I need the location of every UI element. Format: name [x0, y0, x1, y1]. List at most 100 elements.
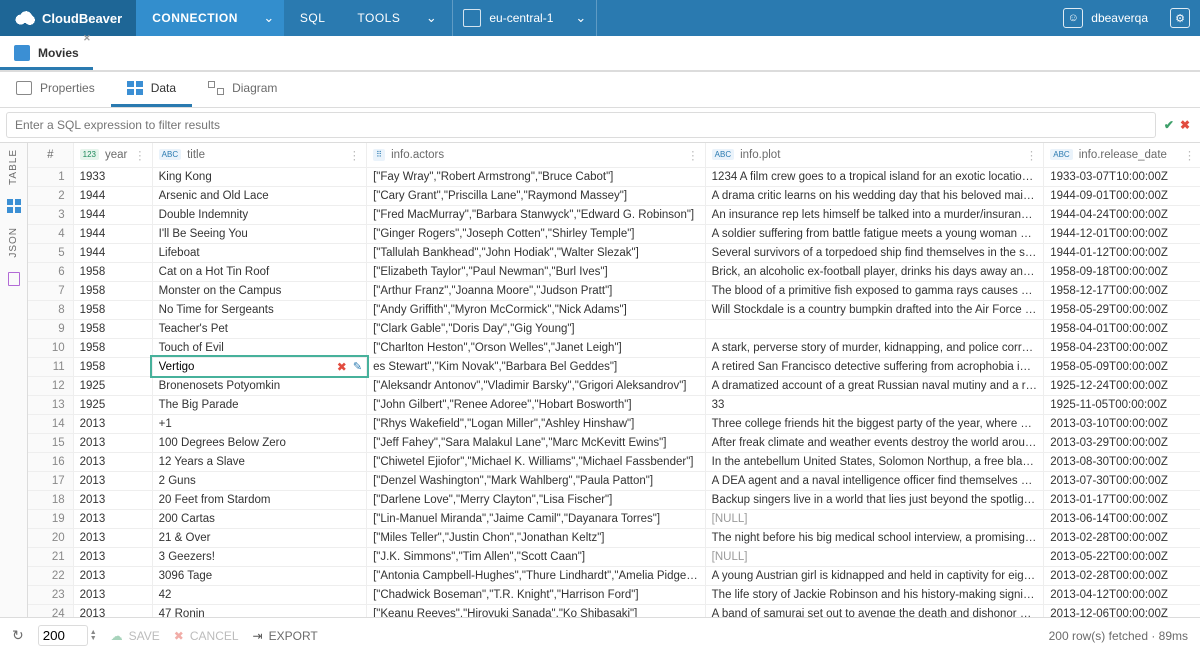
cell-actors[interactable]: ["Cary Grant","Priscilla Lane","Raymond … [367, 186, 706, 205]
cell-actors[interactable]: ["Elizabeth Taylor","Paul Newman","Burl … [367, 262, 706, 281]
sort-handle-icon[interactable]: ⋮ [134, 148, 146, 162]
cell-release[interactable]: 1925-12-24T00:00:00Z [1044, 376, 1200, 395]
cancel-button[interactable]: ✖ CANCEL [174, 629, 239, 643]
cell-actors[interactable]: ["Charlton Heston","Orson Welles","Janet… [367, 338, 706, 357]
table-row[interactable]: 16201312 Years a Slave["Chiwetel Ejiofor… [28, 452, 1200, 471]
settings-button[interactable]: ⚙ [1160, 0, 1200, 36]
cell-title[interactable]: Touch of Evil [152, 338, 366, 357]
cell-plot[interactable]: [NULL] [705, 547, 1044, 566]
cell-plot[interactable]: A stark, perverse story of murder, kidna… [705, 338, 1044, 357]
cell-plot[interactable]: A dramatized account of a great Russian … [705, 376, 1044, 395]
cell-year[interactable]: 2013 [73, 490, 152, 509]
cell-plot[interactable]: The blood of a primitive fish exposed to… [705, 281, 1044, 300]
cell-year[interactable]: 2013 [73, 547, 152, 566]
table-row[interactable]: 142013+1["Rhys Wakefield","Logan Miller"… [28, 414, 1200, 433]
table-row[interactable]: 1720132 Guns["Denzel Washington","Mark W… [28, 471, 1200, 490]
cell-year[interactable]: 1925 [73, 376, 152, 395]
cell-release[interactable]: 1944-12-01T00:00:00Z [1044, 224, 1200, 243]
table-row[interactable]: 71958Monster on the Campus["Arthur Franz… [28, 281, 1200, 300]
cell-release[interactable]: 2013-03-29T00:00:00Z [1044, 433, 1200, 452]
cell-release[interactable]: 1925-11-05T00:00:00Z [1044, 395, 1200, 414]
cell-actors[interactable]: ["Chadwick Boseman","T.R. Knight","Harri… [367, 585, 706, 604]
table-row[interactable]: 24201347 Ronin["Keanu Reeves","Hiroyuki … [28, 604, 1200, 617]
cell-actors[interactable]: ["Rhys Wakefield","Logan Miller","Ashley… [367, 414, 706, 433]
user-menu[interactable]: ☺ dbeaverqa [1051, 0, 1160, 36]
menu-connection[interactable]: CONNECTION [136, 0, 254, 36]
table-row[interactable]: 131925The Big Parade["John Gilbert","Ren… [28, 395, 1200, 414]
brand-logo[interactable]: CloudBeaver [0, 0, 136, 36]
cell-plot[interactable]: 1234 A film crew goes to a tropical isla… [705, 167, 1044, 186]
cell-actors[interactable]: ["Lin-Manuel Miranda","Jaime Camil","Day… [367, 509, 706, 528]
cell-title[interactable]: 3 Geezers! [152, 547, 366, 566]
cell-release[interactable]: 2013-06-14T00:00:00Z [1044, 509, 1200, 528]
table-row[interactable]: 91958Teacher's Pet["Clark Gable","Doris … [28, 319, 1200, 338]
cell-actors[interactable]: ["Denzel Washington","Mark Wahlberg","Pa… [367, 471, 706, 490]
cell-year[interactable]: 2013 [73, 604, 152, 617]
cell-year[interactable]: 2013 [73, 566, 152, 585]
cell-title[interactable]: Teacher's Pet [152, 319, 366, 338]
cell-edit-input[interactable] [153, 358, 366, 376]
cell-title[interactable]: 42 [152, 585, 366, 604]
cell-year[interactable]: 2013 [73, 528, 152, 547]
cell-plot[interactable]: Will Stockdale is a country bumpkin draf… [705, 300, 1044, 319]
cell-actors[interactable]: ["Keanu Reeves","Hiroyuki Sanada","Ko Sh… [367, 604, 706, 617]
cell-release[interactable]: 1958-05-29T00:00:00Z [1044, 300, 1200, 319]
page-size-stepper[interactable]: ▲▼ [90, 630, 97, 642]
table-row[interactable]: 20201321 & Over["Miles Teller","Justin C… [28, 528, 1200, 547]
cell-title[interactable]: I'll Be Seeing You [152, 224, 366, 243]
table-row[interactable]: 2120133 Geezers!["J.K. Simmons","Tim All… [28, 547, 1200, 566]
cell-edit-icon[interactable]: ✎ [353, 360, 362, 374]
table-row[interactable]: 121925Bronenosets Potyomkin["Aleksandr A… [28, 376, 1200, 395]
page-size-input[interactable] [38, 625, 88, 646]
cell-title[interactable]: Lifeboat [152, 243, 366, 262]
sort-handle-icon[interactable]: ⋮ [687, 148, 699, 162]
cell-plot[interactable]: An insurance rep lets himself be talked … [705, 205, 1044, 224]
cell-release[interactable]: 1958-12-17T00:00:00Z [1044, 281, 1200, 300]
cell-release[interactable]: 1958-09-18T00:00:00Z [1044, 262, 1200, 281]
cell-actors[interactable]: ["John Gilbert","Renee Adoree","Hobart B… [367, 395, 706, 414]
json-view-icon[interactable] [8, 272, 20, 286]
cell-title[interactable]: 100 Degrees Below Zero [152, 433, 366, 452]
cell-plot[interactable]: The life story of Jackie Robinson and hi… [705, 585, 1044, 604]
subtab-data[interactable]: Data [111, 72, 192, 107]
cell-actors[interactable]: ["Aleksandr Antonov","Vladimir Barsky","… [367, 376, 706, 395]
cell-title[interactable]: No Time for Sergeants [152, 300, 366, 319]
menu-connection-caret[interactable] [254, 0, 284, 36]
table-row[interactable]: 111958✖✎es Stewart","Kim Novak","Barbara… [28, 357, 1200, 376]
tab-movies[interactable]: Movies ✕ [0, 37, 93, 70]
cell-release[interactable]: 2013-08-30T00:00:00Z [1044, 452, 1200, 471]
cell-title[interactable]: 3096 Tage [152, 566, 366, 585]
cell-year[interactable]: 2013 [73, 414, 152, 433]
cell-release[interactable]: 1933-03-07T10:00:00Z [1044, 167, 1200, 186]
cell-title[interactable]: The Big Parade [152, 395, 366, 414]
cell-plot[interactable] [705, 319, 1044, 338]
cell-year[interactable]: 1958 [73, 281, 152, 300]
cell-plot[interactable]: After freak climate and weather events d… [705, 433, 1044, 452]
cell-plot[interactable]: A soldier suffering from battle fatigue … [705, 224, 1044, 243]
cell-plot[interactable]: A retired San Francisco detective suffer… [705, 357, 1044, 376]
cell-title[interactable]: Double Indemnity [152, 205, 366, 224]
cell-plot[interactable]: A band of samurai set out to avenge the … [705, 604, 1044, 617]
cell-year[interactable]: 1958 [73, 262, 152, 281]
cell-release[interactable]: 1958-05-09T00:00:00Z [1044, 357, 1200, 376]
cell-year[interactable]: 2013 [73, 433, 152, 452]
cell-release[interactable]: 1958-04-23T00:00:00Z [1044, 338, 1200, 357]
table-row[interactable]: 61958Cat on a Hot Tin Roof["Elizabeth Ta… [28, 262, 1200, 281]
apply-filter-icon[interactable]: ✔ [1164, 118, 1174, 132]
cell-actors[interactable]: ["Clark Gable","Doris Day","Gig Young"] [367, 319, 706, 338]
cell-title[interactable]: Bronenosets Potyomkin [152, 376, 366, 395]
rail-table[interactable]: TABLE [8, 149, 19, 185]
col-release[interactable]: ABCinfo.release_date⋮ [1044, 143, 1200, 167]
cell-title[interactable]: +1 [152, 414, 366, 433]
table-row[interactable]: 192013200 Cartas["Lin-Manuel Miranda","J… [28, 509, 1200, 528]
table-row[interactable]: 152013100 Degrees Below Zero["Jeff Fahey… [28, 433, 1200, 452]
cell-plot[interactable]: A DEA agent and a naval intelligence off… [705, 471, 1044, 490]
cell-plot[interactable]: A young Austrian girl is kidnapped and h… [705, 566, 1044, 585]
table-row[interactable]: 101958Touch of Evil["Charlton Heston","O… [28, 338, 1200, 357]
cell-title[interactable]: Cat on a Hot Tin Roof [152, 262, 366, 281]
cell-year[interactable]: 1944 [73, 205, 152, 224]
cell-year[interactable]: 1933 [73, 167, 152, 186]
table-row[interactable]: 18201320 Feet from Stardom["Darlene Love… [28, 490, 1200, 509]
cell-actors[interactable]: ["Darlene Love","Merry Clayton","Lisa Fi… [367, 490, 706, 509]
table-row[interactable]: 23201342["Chadwick Boseman","T.R. Knight… [28, 585, 1200, 604]
